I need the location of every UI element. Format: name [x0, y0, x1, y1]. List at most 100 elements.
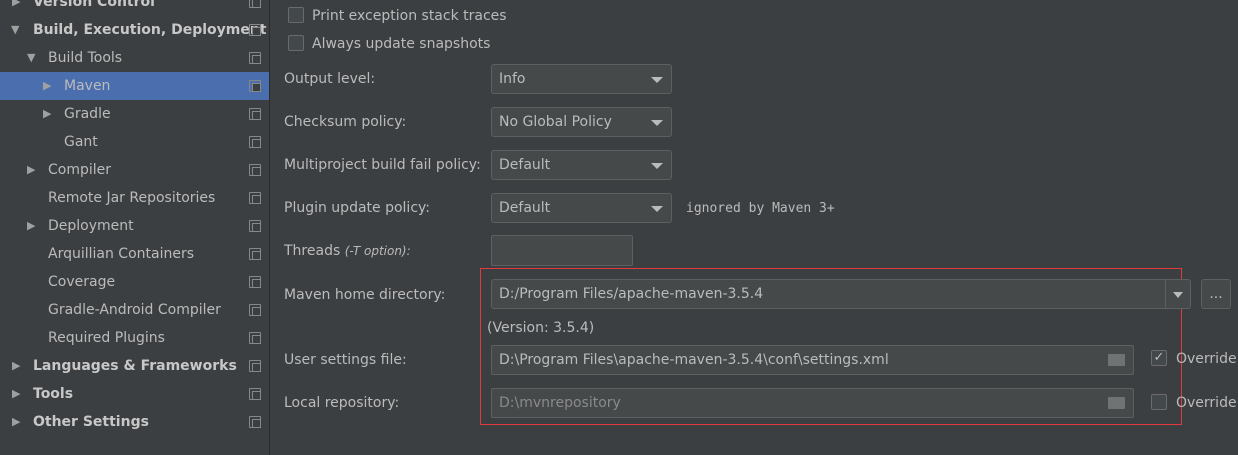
tree-item-other-settings[interactable]: ▶ Other Settings	[0, 408, 269, 436]
project-scope-icon	[249, 416, 261, 428]
tree-item-build-tools[interactable]: ▼ Build Tools	[0, 44, 269, 72]
plugin-update-policy-label: Plugin update policy:	[284, 200, 430, 216]
maven-home-combo[interactable]: D:/Program Files/apache-maven-3.5.4	[491, 279, 1191, 309]
chevron-down-icon	[651, 77, 663, 83]
project-scope-icon	[249, 276, 261, 288]
expand-arrow-icon[interactable]: ▶	[12, 380, 20, 408]
browse-label: ...	[1209, 286, 1223, 302]
project-scope-icon	[249, 108, 261, 120]
user-settings-value: D:\Program Files\apache-maven-3.5.4\conf…	[499, 352, 889, 368]
tree-item-coverage[interactable]: Coverage	[0, 268, 269, 296]
project-scope-icon	[249, 248, 261, 260]
expand-arrow-icon[interactable]: ▶	[43, 100, 51, 128]
user-settings-override-checkbox[interactable]: ✓	[1151, 350, 1167, 366]
project-scope-icon	[249, 304, 261, 316]
project-scope-icon	[249, 164, 261, 176]
plugin-update-hint: ignored by Maven 3+	[686, 201, 835, 216]
output-level-label: Output level:	[284, 71, 376, 87]
project-scope-icon	[249, 360, 261, 372]
always-update-label: Always update snapshots	[312, 36, 491, 52]
chevron-down-icon	[651, 120, 663, 126]
print-exception-checkbox[interactable]	[288, 7, 304, 23]
expand-arrow-icon[interactable]: ▶	[12, 0, 20, 16]
tree-item-label: Gant	[64, 134, 98, 150]
tree-item-compiler[interactable]: ▶ Compiler	[0, 156, 269, 184]
tree-item-label: Tools	[33, 386, 74, 402]
override-label: Override	[1176, 351, 1237, 367]
selected-value: Info	[499, 71, 526, 87]
local-repo-override-checkbox[interactable]	[1151, 394, 1167, 410]
project-scope-icon	[249, 24, 261, 36]
checksum-policy-label: Checksum policy:	[284, 114, 407, 130]
local-repo-value: D:\mvnrepository	[499, 395, 621, 411]
tree-item-label: Version Control	[33, 0, 155, 10]
tree-item-maven[interactable]: ▶ Maven	[0, 72, 269, 100]
tree-item-label: Deployment	[48, 218, 134, 234]
selected-value: Default	[499, 157, 551, 173]
chevron-down-icon	[651, 163, 663, 169]
project-scope-icon	[249, 0, 261, 8]
tree-item-required-plugins[interactable]: Required Plugins	[0, 324, 269, 352]
project-scope-icon	[249, 192, 261, 204]
project-scope-icon	[249, 80, 261, 92]
always-update-checkbox[interactable]	[288, 35, 304, 51]
maven-version-text: (Version: 3.5.4)	[487, 320, 595, 336]
tree-item-label: Build, Execution, Deployment	[33, 22, 267, 38]
user-settings-label: User settings file:	[284, 352, 407, 368]
tree-item-label: Gradle-Android Compiler	[48, 302, 221, 318]
tree-item-label: Other Settings	[33, 414, 149, 430]
print-exception-label: Print exception stack traces	[312, 8, 507, 24]
tree-item-remote-jar-repositories[interactable]: Remote Jar Repositories	[0, 184, 269, 212]
local-repo-label: Local repository:	[284, 395, 400, 411]
tree-item-languages-frameworks[interactable]: ▶ Languages & Frameworks	[0, 352, 269, 380]
expand-arrow-icon[interactable]: ▶	[43, 72, 51, 100]
tree-item-label: Languages & Frameworks	[33, 358, 237, 374]
selected-value: No Global Policy	[499, 114, 612, 130]
threads-hint: (-T option):	[344, 244, 411, 258]
expand-arrow-icon[interactable]: ▶	[12, 408, 20, 436]
expand-arrow-icon[interactable]: ▶	[27, 212, 35, 240]
folder-icon[interactable]	[1108, 397, 1125, 409]
expand-arrow-icon[interactable]: ▶	[27, 156, 35, 184]
selected-value: Default	[499, 200, 551, 216]
local-repo-input[interactable]: D:\mvnrepository	[491, 388, 1134, 418]
collapse-arrow-icon[interactable]: ▼	[27, 44, 35, 72]
chevron-down-icon	[651, 206, 663, 212]
tree-item-label: Coverage	[48, 274, 116, 290]
tree-item-tools[interactable]: ▶ Tools	[0, 380, 269, 408]
tree-item-label: Required Plugins	[48, 330, 165, 346]
tree-item-arquillian-containers[interactable]: Arquillian Containers	[0, 240, 269, 268]
override-label: Override	[1176, 395, 1237, 411]
tree-item-label: Gradle	[64, 106, 111, 122]
expand-arrow-icon[interactable]: ▶	[12, 352, 20, 380]
tree-item-gant[interactable]: Gant	[0, 128, 269, 156]
maven-home-label: Maven home directory:	[284, 287, 446, 303]
user-settings-input[interactable]: D:\Program Files\apache-maven-3.5.4\conf…	[491, 345, 1134, 375]
project-scope-icon	[249, 388, 261, 400]
chevron-down-icon[interactable]	[1173, 292, 1183, 298]
tree-item-gradle-android-compiler[interactable]: Gradle-Android Compiler	[0, 296, 269, 324]
output-level-select[interactable]: Info	[491, 64, 672, 94]
multiproject-policy-label: Multiproject build fail policy:	[284, 157, 481, 173]
maven-home-value: D:/Program Files/apache-maven-3.5.4	[499, 286, 764, 302]
divider	[1165, 280, 1166, 308]
folder-icon[interactable]	[1108, 354, 1125, 366]
tree-item-label: Maven	[64, 78, 111, 94]
checksum-policy-select[interactable]: No Global Policy	[491, 107, 672, 137]
settings-tree: ▶ Version Control ▼ Build, Execution, Depl…	[0, 0, 270, 455]
plugin-update-policy-select[interactable]: Default	[491, 193, 672, 223]
project-scope-icon	[249, 136, 261, 148]
browse-button[interactable]: ...	[1201, 279, 1231, 309]
tree-item-label: Build Tools	[48, 50, 123, 66]
tree-item-label: Arquillian Containers	[48, 246, 195, 262]
tree-item-gradle[interactable]: ▶ Gradle	[0, 100, 269, 128]
threads-input[interactable]	[491, 235, 633, 266]
multiproject-policy-select[interactable]: Default	[491, 150, 672, 180]
project-scope-icon	[249, 332, 261, 344]
tree-item-label: Remote Jar Repositories	[48, 190, 216, 206]
tree-item-version-control[interactable]: ▶ Version Control	[0, 0, 269, 16]
tree-item-build-execution-deployment[interactable]: ▼ Build, Execution, Deployment	[0, 16, 269, 44]
tree-item-deployment[interactable]: ▶ Deployment	[0, 212, 269, 240]
collapse-arrow-icon[interactable]: ▼	[11, 16, 19, 44]
tree-item-label: Compiler	[48, 162, 112, 178]
